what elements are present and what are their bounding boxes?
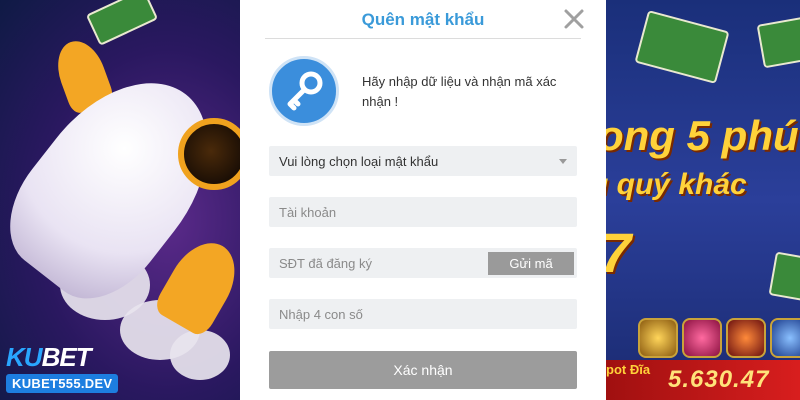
smoke-cloud <box>170 330 230 380</box>
jackpot-value: 5.630.47 <box>668 366 770 393</box>
game-icon <box>682 318 722 358</box>
send-code-button[interactable]: Gửi mã <box>488 252 574 275</box>
logo-prefix: KU <box>6 342 43 372</box>
promo-text-line-2: ụ quý khác <box>590 168 747 201</box>
chevron-down-icon <box>559 158 567 164</box>
password-type-select[interactable]: Vui lòng chọn loại mật khẩu <box>269 146 577 176</box>
password-type-selected: Vui lòng chọn loại mật khẩu <box>279 153 439 169</box>
modal-title: Quên mật khẩu <box>361 10 485 29</box>
intro-text: Hãy nhập dữ liệu và nhận mã xác nhận ! <box>362 74 557 109</box>
game-icon <box>726 318 766 358</box>
kubet-logo: KUBET KUBET555.DEV <box>6 342 119 393</box>
jackpot-label: pot Đĩa <box>606 362 651 377</box>
verification-code-input[interactable] <box>269 299 577 329</box>
modal-divider <box>265 38 581 39</box>
game-icon <box>638 318 678 358</box>
key-icon <box>269 56 339 126</box>
close-icon[interactable] <box>562 7 586 31</box>
forgot-password-modal: Quên mật khẩu Hãy nhập dữ liệu và nhận m… <box>240 0 606 400</box>
confirm-button[interactable]: Xác nhận <box>269 351 577 389</box>
money-stack-image <box>756 15 800 69</box>
logo-domain: KUBET555.DEV <box>6 374 119 393</box>
logo-wordmark: KUBET <box>6 342 118 373</box>
key-glyph <box>287 71 323 111</box>
game-icon <box>770 318 800 358</box>
account-input[interactable] <box>269 197 577 227</box>
logo-suffix: BET <box>41 342 92 372</box>
promo-text-line-1: ong 5 phú <box>598 112 799 159</box>
